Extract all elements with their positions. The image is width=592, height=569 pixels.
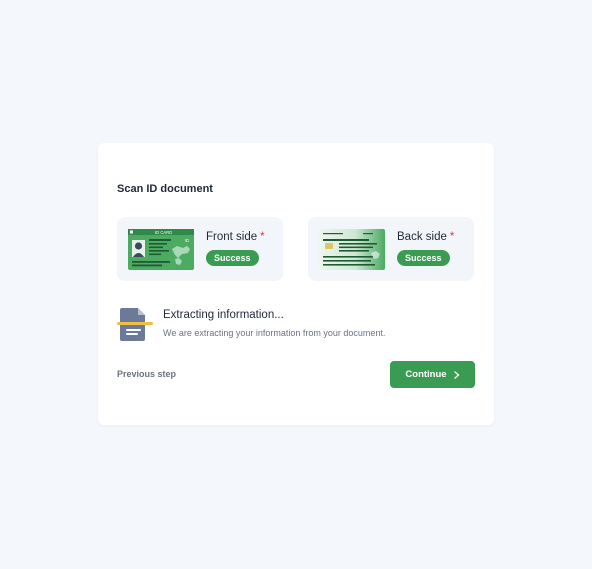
card-title: Scan ID document bbox=[117, 183, 213, 195]
extract-title: Extracting information... bbox=[163, 309, 284, 321]
id-card-front-image: ID CARD ID bbox=[128, 229, 194, 270]
continue-button[interactable]: Continue bbox=[390, 361, 475, 388]
previous-step-link[interactable]: Previous step bbox=[117, 369, 176, 379]
chevron-right-icon bbox=[453, 370, 459, 379]
back-status-badge: Success bbox=[397, 250, 450, 266]
front-side-panel[interactable]: ID CARD ID Front side * Success bbox=[117, 217, 283, 281]
front-side-label: Front side * bbox=[206, 231, 265, 243]
scan-id-card: Scan ID document ID CARD ID Front side * … bbox=[98, 143, 494, 425]
card-corner-text: ID bbox=[185, 238, 189, 243]
front-side-label-text: Front side bbox=[206, 231, 258, 243]
id-card-back-image bbox=[319, 229, 385, 270]
document-scan-icon bbox=[117, 308, 153, 341]
back-side-panel[interactable]: Back side * Success bbox=[308, 217, 474, 281]
back-side-label-text: Back side bbox=[397, 231, 447, 243]
back-side-label: Back side * bbox=[397, 231, 454, 243]
required-mark: * bbox=[260, 231, 265, 243]
front-status-badge: Success bbox=[206, 250, 259, 266]
required-mark: * bbox=[449, 231, 455, 243]
card-header-text: ID CARD bbox=[155, 230, 172, 235]
continue-button-label: Continue bbox=[405, 369, 447, 380]
extract-description: We are extracting your information from … bbox=[163, 328, 386, 338]
